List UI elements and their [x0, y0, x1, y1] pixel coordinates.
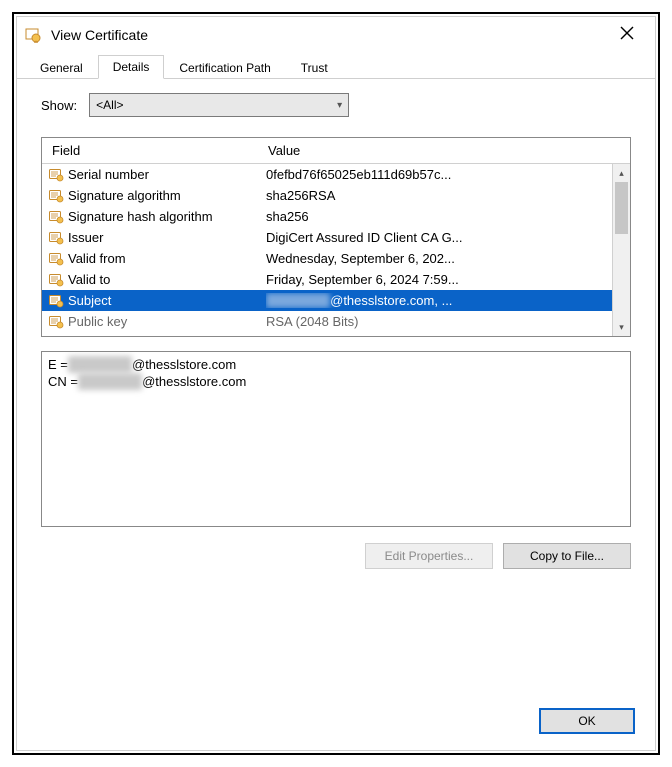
field-row[interactable]: Valid fromWednesday, September 6, 202... — [42, 248, 612, 269]
field-name: Issuer — [68, 230, 266, 245]
tab-strip: General Details Certification Path Trust — [17, 51, 655, 79]
redacted-text: xxxxx.xxxx — [78, 373, 142, 390]
detail-line: E = xxxxx.xxxx@thesslstore.com — [48, 356, 624, 373]
fields-list-body: Serial number0fefbd76f65025eb111d69b57c.… — [42, 164, 630, 336]
show-selected-value: <All> — [96, 98, 123, 112]
field-name: Subject — [68, 293, 266, 308]
edit-properties-button: Edit Properties... — [365, 543, 493, 569]
field-icon — [48, 314, 64, 330]
action-button-row: Edit Properties... Copy to File... — [41, 543, 631, 569]
redacted-text: xxxxx.xxxx — [266, 293, 330, 308]
detail-textarea[interactable]: E = xxxxx.xxxx@thesslstore.comCN = xxxxx… — [41, 351, 631, 527]
field-name: Valid from — [68, 251, 266, 266]
field-name: Public key — [68, 314, 266, 329]
field-row[interactable]: Public keyRSA (2048 Bits) — [42, 311, 612, 332]
screenshot-frame: View Certificate General Details Certifi… — [12, 12, 660, 755]
fields-list[interactable]: Field Value Serial number0fefbd76f65025e… — [41, 137, 631, 337]
field-value: 0fefbd76f65025eb111d69b57c... — [266, 167, 612, 182]
field-row[interactable]: Valid toFriday, September 6, 2024 7:59..… — [42, 269, 612, 290]
close-button[interactable] — [609, 26, 645, 44]
field-icon — [48, 293, 64, 309]
window-title: View Certificate — [51, 27, 609, 43]
scroll-track[interactable] — [613, 182, 630, 318]
field-row[interactable]: Signature hash algorithmsha256 — [42, 206, 612, 227]
field-name: Serial number — [68, 167, 266, 182]
field-icon — [48, 251, 64, 267]
field-row[interactable]: Subjectxxxxx.xxxx@thesslstore.com, ... — [42, 290, 612, 311]
column-header-value[interactable]: Value — [266, 143, 630, 158]
field-icon — [48, 272, 64, 288]
field-icon — [48, 209, 64, 225]
field-row[interactable]: Serial number0fefbd76f65025eb111d69b57c.… — [42, 164, 612, 185]
close-icon — [620, 26, 634, 40]
tab-trust[interactable]: Trust — [286, 56, 343, 79]
detail-line: CN = xxxxx.xxxx@thesslstore.com — [48, 373, 624, 390]
tab-general[interactable]: General — [25, 56, 98, 79]
field-name: Valid to — [68, 272, 266, 287]
field-icon — [48, 230, 64, 246]
show-label: Show: — [41, 98, 77, 113]
title-bar: View Certificate — [17, 17, 655, 51]
field-value: Wednesday, September 6, 202... — [266, 251, 612, 266]
certificate-icon — [25, 27, 41, 43]
redacted-text: xxxxx.xxxx — [68, 356, 132, 373]
field-value: xxxxx.xxxx@thesslstore.com, ... — [266, 293, 612, 308]
dialog-footer: OK — [17, 698, 655, 750]
field-icon — [48, 167, 64, 183]
field-icon — [48, 188, 64, 204]
show-filter-row: Show: <All> ▾ — [41, 93, 631, 117]
chevron-down-icon: ▾ — [337, 100, 342, 111]
scroll-thumb[interactable] — [615, 182, 628, 234]
field-row[interactable]: Signature algorithmsha256RSA — [42, 185, 612, 206]
certificate-dialog: View Certificate General Details Certifi… — [16, 16, 656, 751]
vertical-scrollbar[interactable]: ▴ ▾ — [612, 164, 630, 336]
fields-list-header: Field Value — [42, 138, 630, 164]
field-value: RSA (2048 Bits) — [266, 314, 612, 329]
field-value: DigiCert Assured ID Client CA G... — [266, 230, 612, 245]
copy-to-file-button[interactable]: Copy to File... — [503, 543, 631, 569]
field-value: Friday, September 6, 2024 7:59... — [266, 272, 612, 287]
details-panel: Show: <All> ▾ Field Value Serial number0… — [17, 79, 655, 698]
field-value: sha256RSA — [266, 188, 612, 203]
tab-details[interactable]: Details — [98, 55, 165, 79]
ok-button[interactable]: OK — [539, 708, 635, 734]
field-row[interactable]: IssuerDigiCert Assured ID Client CA G... — [42, 227, 612, 248]
fields-rows: Serial number0fefbd76f65025eb111d69b57c.… — [42, 164, 612, 336]
tab-certification-path[interactable]: Certification Path — [164, 56, 285, 79]
field-name: Signature hash algorithm — [68, 209, 266, 224]
scroll-down-button[interactable]: ▾ — [613, 318, 630, 336]
field-value: sha256 — [266, 209, 612, 224]
scroll-up-button[interactable]: ▴ — [613, 164, 630, 182]
field-name: Signature algorithm — [68, 188, 266, 203]
column-header-field[interactable]: Field — [42, 143, 266, 158]
show-dropdown[interactable]: <All> ▾ — [89, 93, 349, 117]
